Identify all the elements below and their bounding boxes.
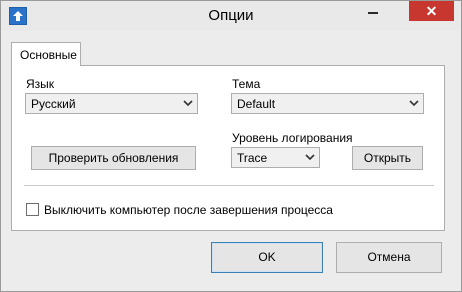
language-label: Язык — [26, 77, 55, 91]
theme-select[interactable]: Default — [231, 93, 424, 114]
general-tab-panel: Язык Русский Тема Default Уровень логиро… — [11, 65, 445, 231]
title-bar: Опции ✕ — [1, 1, 461, 31]
log-level-select-value: Trace — [237, 151, 268, 165]
check-updates-button[interactable]: Проверить обновления — [31, 146, 196, 170]
cancel-button[interactable]: Отмена — [336, 242, 442, 273]
divider — [24, 185, 434, 186]
log-level-label: Уровень логирования — [232, 131, 353, 145]
window-title: Опции — [208, 7, 254, 24]
minimize-button[interactable] — [359, 1, 387, 21]
language-select-value: Русский — [31, 97, 76, 111]
shutdown-checkbox-label: Выключить компьютер после завершения про… — [44, 203, 333, 217]
options-dialog: Опции ✕ Основные Язык Русский Тема Defau… — [0, 0, 462, 292]
chevron-down-icon — [409, 100, 419, 107]
log-level-select[interactable]: Trace — [231, 147, 320, 168]
shutdown-checkbox[interactable] — [26, 203, 39, 216]
chevron-down-icon — [183, 100, 193, 107]
open-log-button[interactable]: Открыть — [352, 146, 423, 170]
theme-label: Тема — [232, 77, 261, 91]
tab-general[interactable]: Основные — [11, 42, 81, 66]
close-button[interactable]: ✕ — [409, 1, 454, 21]
chevron-down-icon — [305, 154, 315, 161]
theme-select-value: Default — [237, 97, 276, 111]
language-select[interactable]: Русский — [25, 93, 198, 114]
ok-button[interactable]: OK — [211, 242, 323, 273]
close-icon: ✕ — [425, 3, 438, 19]
